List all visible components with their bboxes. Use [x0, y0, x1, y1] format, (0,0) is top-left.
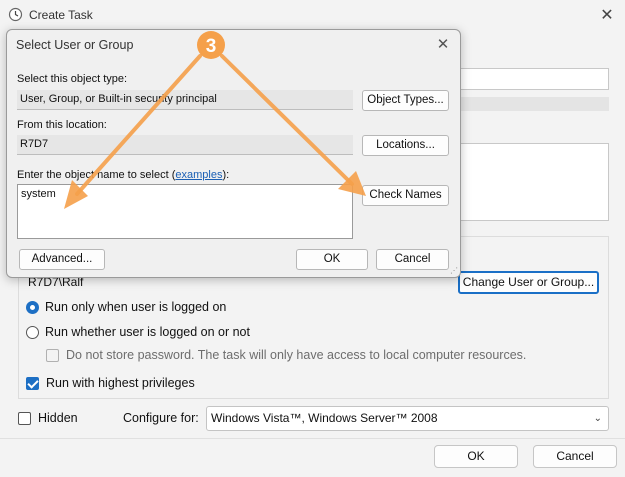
examples-link[interactable]: examples [175, 169, 222, 181]
location-label: From this location: [17, 119, 107, 131]
locations-button[interactable]: Locations... [362, 135, 449, 156]
clock-icon [8, 7, 23, 22]
check-names-button[interactable]: Check Names [362, 185, 449, 206]
run-logged-on-label: Run only when user is logged on [45, 300, 227, 314]
cancel-button[interactable]: Cancel [533, 445, 617, 468]
location-field [455, 97, 609, 111]
object-type-label: Select this object type: [17, 73, 128, 85]
name-field[interactable] [455, 68, 609, 90]
change-user-button[interactable]: Change User or Group... [458, 271, 599, 294]
chevron-down-icon: ⌄ [593, 413, 602, 424]
checkbox-checked-icon[interactable] [26, 376, 39, 390]
hidden-label: Hidden [38, 411, 78, 425]
object-names-value: system [21, 188, 56, 200]
configure-for-label: Configure for: [123, 411, 199, 425]
configure-for-value: Windows Vista™, Windows Server™ 2008 [211, 411, 438, 425]
create-task-titlebar: Create Task ✕ [0, 0, 625, 30]
enter-name-text: Enter the object name to select ( [17, 169, 176, 181]
radio-selected-icon[interactable] [26, 300, 39, 314]
description-field[interactable] [455, 143, 609, 221]
window-title: Create Task [29, 8, 93, 22]
run-whether-label: Run whether user is logged on or not [45, 325, 250, 339]
object-types-button[interactable]: Object Types... [362, 90, 449, 111]
select-user-dialog: Select User or Group ✕ Select this objec… [6, 29, 461, 278]
divider [0, 438, 625, 439]
close-icon[interactable]: ✕ [597, 5, 617, 25]
close-icon[interactable]: ✕ [434, 35, 452, 53]
checkbox-icon [46, 348, 59, 362]
dialog-ok-button[interactable]: OK [296, 249, 368, 270]
resize-grip-icon[interactable]: ⋰ [450, 266, 458, 275]
no-store-password-label: Do not store password. The task will onl… [66, 348, 527, 362]
no-store-password-option: Do not store password. The task will onl… [46, 346, 526, 364]
checkbox-icon[interactable] [18, 411, 31, 425]
run-logged-on-option[interactable]: Run only when user is logged on [26, 298, 226, 316]
object-type-value: User, Group, or Built-in security princi… [17, 90, 353, 110]
dialog-title: Select User or Group [16, 38, 134, 52]
highest-privileges-option[interactable]: Run with highest privileges [26, 374, 195, 392]
hidden-option[interactable]: Hidden [18, 409, 78, 427]
enter-name-suffix: ): [222, 169, 230, 181]
object-names-input[interactable]: system [17, 184, 353, 239]
ok-button[interactable]: OK [434, 445, 518, 468]
run-whether-option[interactable]: Run whether user is logged on or not [26, 323, 250, 341]
configure-for-select[interactable]: Windows Vista™, Windows Server™ 2008 ⌄ [206, 406, 609, 431]
dialog-cancel-button[interactable]: Cancel [376, 249, 449, 270]
location-value: R7D7 [17, 135, 353, 155]
advanced-button[interactable]: Advanced... [19, 249, 105, 270]
enter-name-label: Enter the object name to select (example… [17, 169, 229, 181]
highest-privileges-label: Run with highest privileges [46, 376, 195, 390]
radio-icon[interactable] [26, 325, 39, 339]
